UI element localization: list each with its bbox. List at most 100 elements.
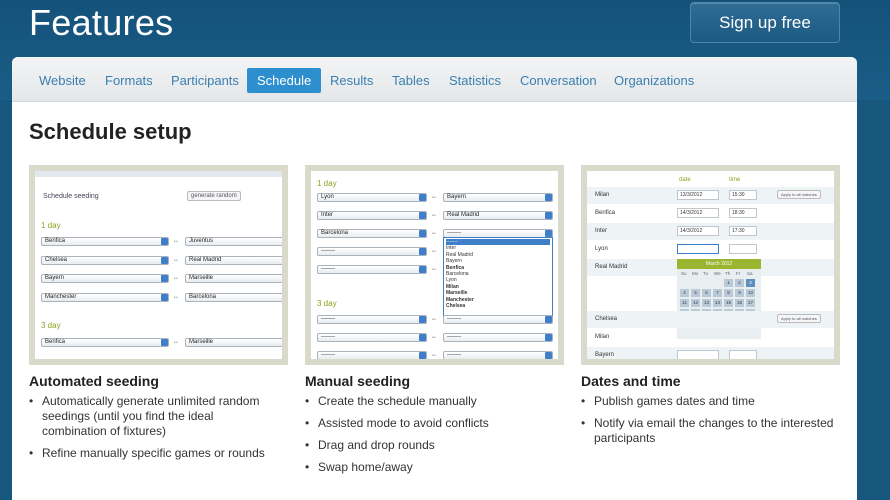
home-select: -------: [317, 315, 427, 324]
home-select: Manchester: [41, 293, 169, 302]
page-title: Features: [29, 2, 174, 43]
calendar-weekday: Tu: [703, 271, 709, 276]
calendar-weekday: We: [714, 271, 721, 276]
schedule-seeding-heading: Schedule seeding: [43, 193, 99, 200]
home-select: Bayern: [41, 274, 169, 283]
calendar-day: 16: [735, 299, 744, 307]
home-select: Lyon: [317, 193, 427, 202]
calendar-month: March 2012: [677, 259, 761, 269]
away-select: -------: [443, 351, 553, 359]
calendar-weekday: Th: [725, 271, 731, 276]
calendar-day: 10: [746, 289, 755, 297]
away-select: -------: [443, 333, 553, 342]
calendar-day: 1: [724, 279, 733, 287]
home-select: Benfica: [41, 237, 169, 246]
sign-up-button[interactable]: Sign up free: [690, 2, 840, 43]
calendar-day: 14: [713, 299, 722, 307]
home-select: -------: [317, 265, 427, 274]
feature-bullet: Assisted mode to avoid conflicts: [305, 416, 555, 431]
feature-bullet: Drag and drop rounds: [305, 438, 555, 453]
calendar-weekday: Su: [681, 271, 687, 276]
calendar-day: 2: [735, 279, 744, 287]
calendar-day: 11: [680, 299, 689, 307]
calendar-day: 4: [680, 289, 689, 297]
swap-icon: ↔: [173, 257, 179, 263]
calendar-day: 7: [713, 289, 722, 297]
home-select: -------: [317, 247, 427, 256]
home-select: -------: [317, 351, 427, 359]
apply-to-all-button: Apply to all matches: [777, 190, 821, 199]
schedule-row: Chelsea Apply to all matches: [587, 311, 834, 328]
calendar-day: 6: [702, 289, 711, 297]
feature-bullet: Swap home/away: [305, 460, 555, 475]
manual-seeding-list: Create the schedule manually Assisted mo…: [305, 394, 555, 482]
swap-icon: ↔: [431, 230, 437, 236]
tab-statistics[interactable]: Statistics: [439, 68, 511, 93]
swap-icon: ↔: [431, 266, 437, 272]
dates-and-time-screenshot: date time Milan 13/3/2012 15:30 Apply to…: [581, 165, 840, 365]
home-select: Inter: [317, 211, 427, 220]
feature-bullet: Publish games dates and time: [581, 394, 843, 409]
feature-bullet: Notify via email the changes to the inte…: [581, 416, 843, 446]
schedule-row: Benfica 14/3/2012 18:30: [587, 205, 834, 222]
away-select: Bayern: [443, 193, 553, 202]
dates-and-time-list: Publish games dates and time Notify via …: [581, 394, 843, 453]
away-select: -------: [443, 315, 553, 324]
swap-icon: ↔: [173, 275, 179, 281]
home-select: Benfica: [41, 338, 169, 347]
manual-seeding-screenshot: 1 day Lyon ↔ Bayern Inter ↔ Real Madrid …: [305, 165, 564, 365]
automated-seeding-title: Automated seeding: [29, 373, 159, 389]
swap-icon: ↔: [431, 334, 437, 340]
calendar-day: 13: [702, 299, 711, 307]
home-select: Chelsea: [41, 256, 169, 265]
day-label: 1 day: [317, 179, 337, 188]
away-select: Real Madrid: [443, 211, 553, 220]
calendar-day: 12: [691, 299, 700, 307]
feature-bullet: Create the schedule manually: [305, 394, 555, 409]
swap-icon: ↔: [173, 339, 179, 345]
team-dropdown-list: ------- Inter Real Madrid Bayern Benfica…: [443, 237, 553, 317]
tab-formats[interactable]: Formats: [95, 68, 163, 93]
day-label: 3 day: [41, 321, 61, 330]
shot-header-bar: [35, 171, 282, 177]
tab-participants[interactable]: Participants: [161, 68, 249, 93]
calendar-day: 9: [735, 289, 744, 297]
calendar-weekday: Sa: [747, 271, 753, 276]
feature-bullet: Automatically generate unlimited random …: [29, 394, 279, 439]
content-panel: Website Formats Participants Schedule Re…: [12, 57, 857, 500]
away-select: Real Madrid: [185, 256, 282, 265]
automated-seeding-list: Automatically generate unlimited random …: [29, 394, 279, 468]
swap-icon: ↔: [431, 194, 437, 200]
time-column-label: time: [729, 177, 741, 183]
feature-bullet: Refine manually specific games or rounds: [29, 446, 279, 461]
feature-tabs: Website Formats Participants Schedule Re…: [12, 57, 857, 102]
generate-random-button: generate random: [187, 191, 241, 201]
swap-icon: ↔: [431, 316, 437, 322]
away-select: Barcelona: [185, 293, 282, 302]
schedule-row: Milan: [595, 334, 610, 340]
swap-icon: ↔: [431, 352, 437, 358]
schedule-row: Lyon: [587, 241, 834, 258]
swap-icon: ↔: [431, 248, 437, 254]
automated-seeding-screenshot: Schedule seeding generate random 1 day B…: [29, 165, 288, 365]
tab-schedule[interactable]: Schedule: [247, 68, 322, 93]
calendar-day: 3: [746, 279, 755, 287]
tab-tables[interactable]: Tables: [382, 68, 440, 93]
tab-website[interactable]: Website: [29, 68, 96, 93]
day-label: 1 day: [41, 221, 61, 230]
tab-organizations[interactable]: Organizations: [604, 68, 704, 93]
tab-conversation[interactable]: Conversation: [510, 68, 607, 93]
manual-seeding-title: Manual seeding: [305, 373, 411, 389]
calendar-weekday: Mo: [692, 271, 699, 276]
day-label: 3 day: [317, 299, 337, 308]
date-column-label: date: [679, 177, 691, 183]
calendar-day: 8: [724, 289, 733, 297]
schedule-row: Bayern: [587, 347, 834, 359]
calendar-weekday: Fr: [736, 271, 741, 276]
tab-results[interactable]: Results: [320, 68, 383, 93]
section-title: Schedule setup: [29, 119, 192, 144]
away-select: Marseille: [185, 274, 282, 283]
schedule-row: Inter 14/3/2012 17:30: [587, 223, 834, 240]
away-select: Juventus: [185, 237, 282, 246]
swap-icon: ↔: [431, 212, 437, 218]
